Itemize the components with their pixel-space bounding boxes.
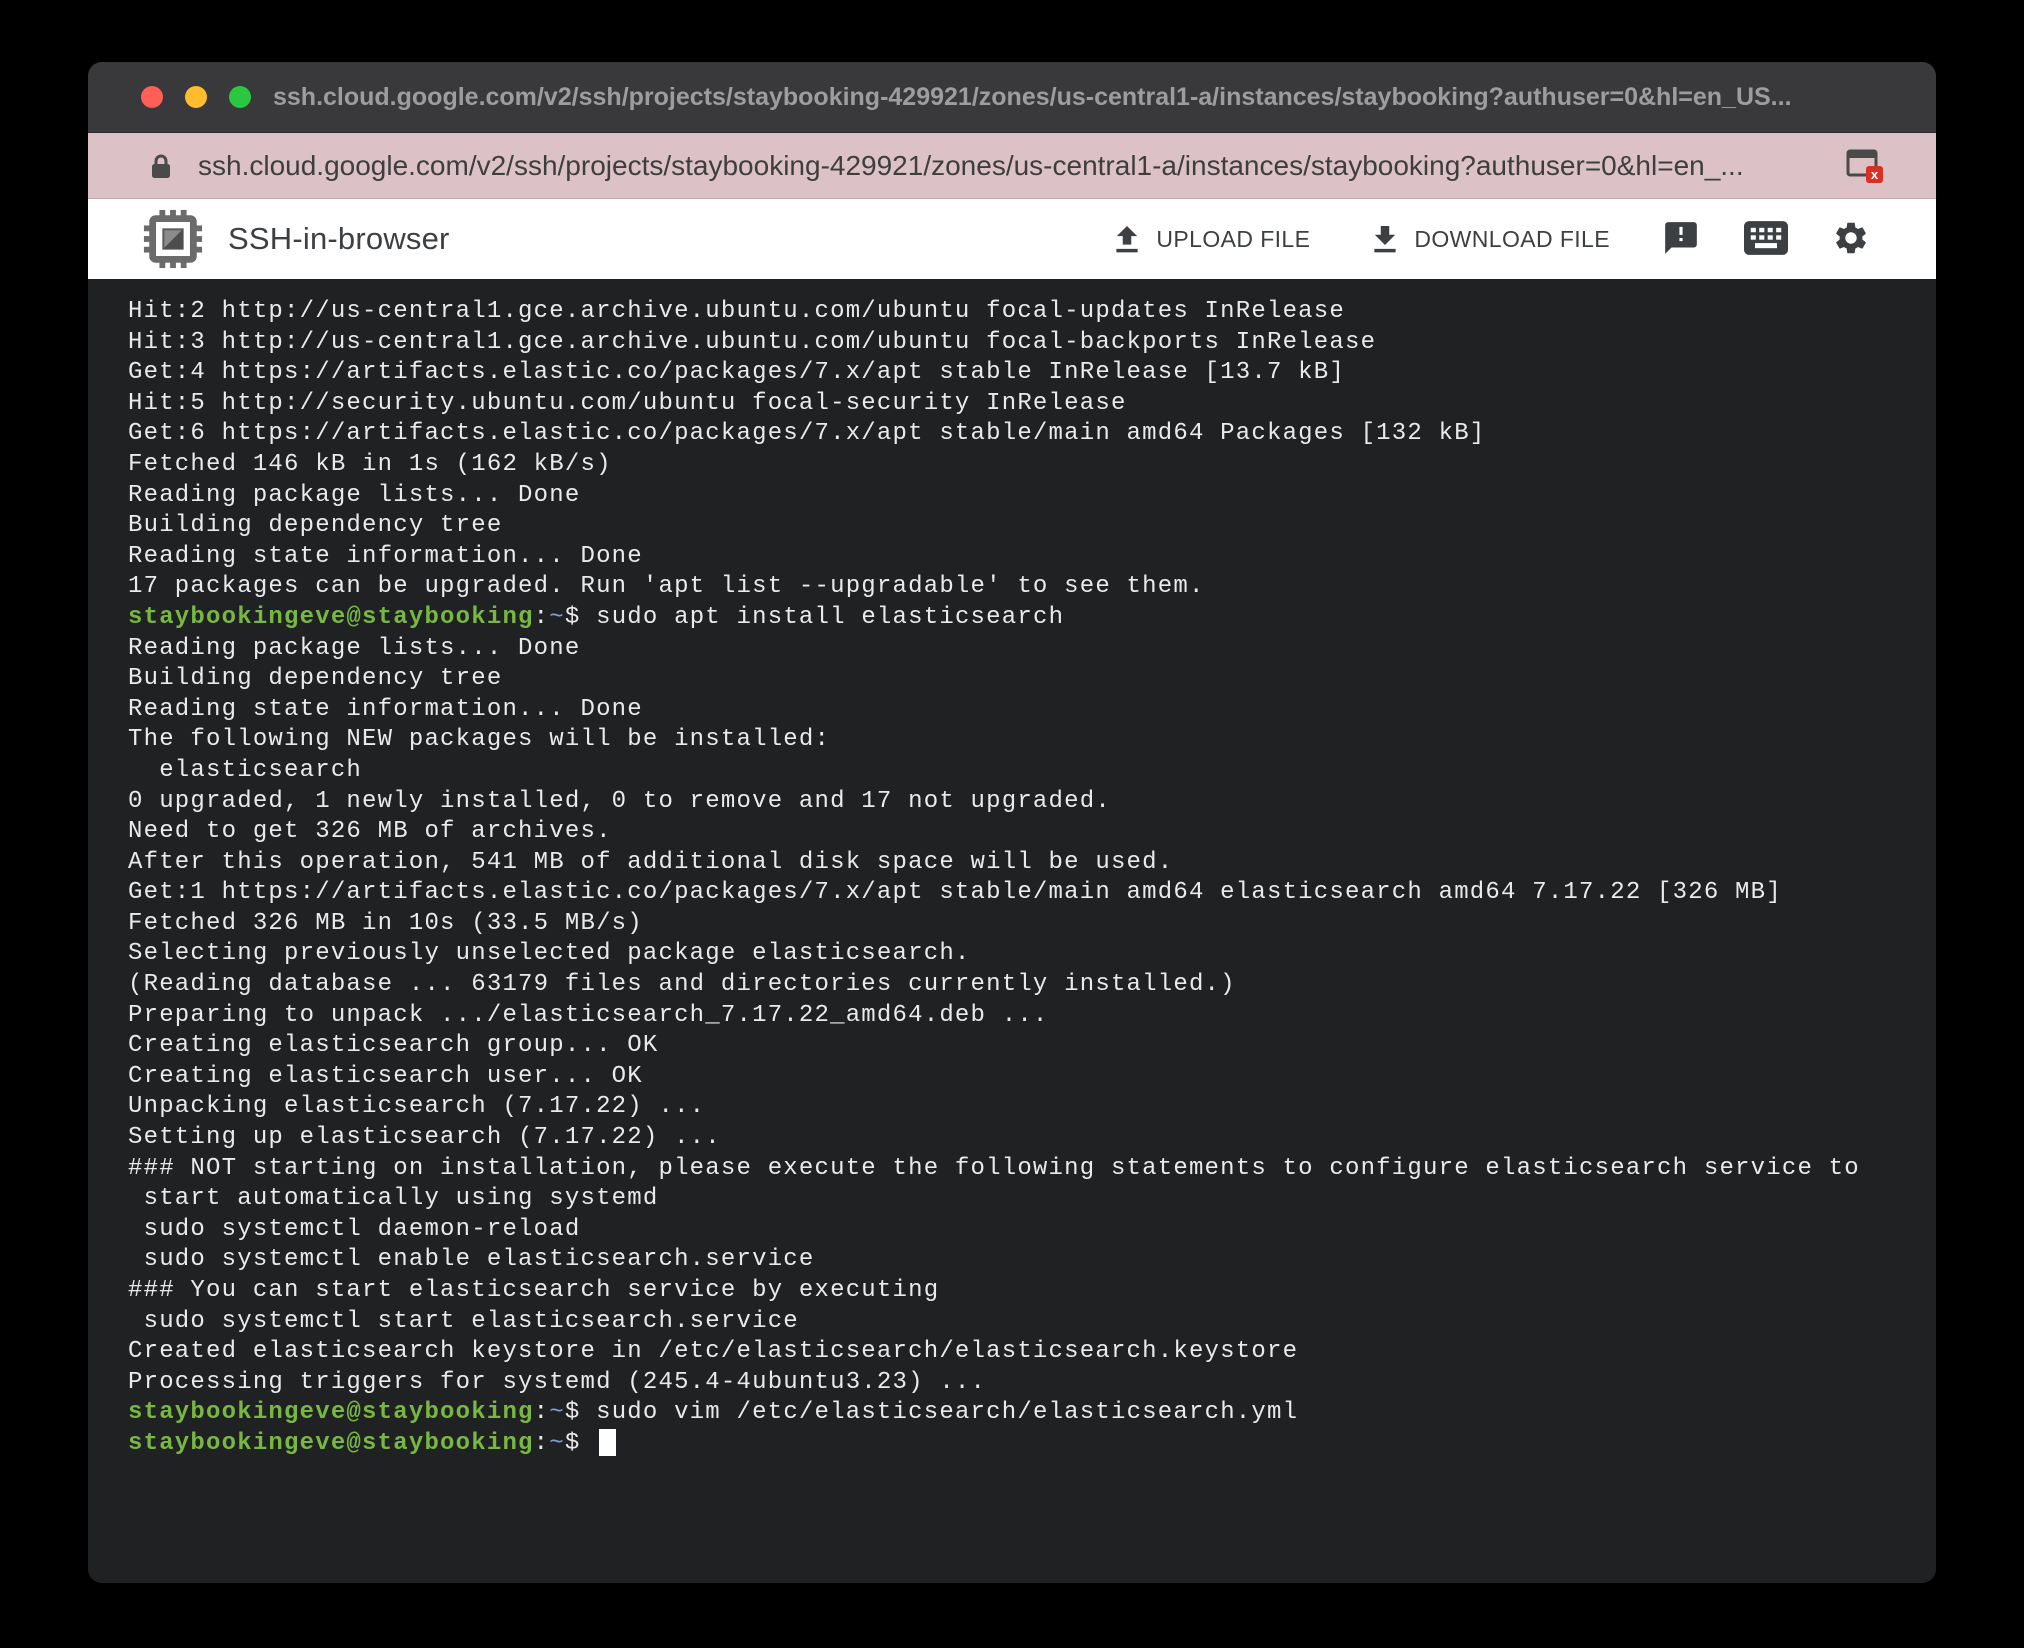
- feedback-icon[interactable]: [1662, 219, 1700, 260]
- terminal-prompt-line: staybookingeve@staybooking:~$ sudo vim /…: [128, 1398, 1918, 1429]
- terminal-line: After this operation, 541 MB of addition…: [128, 848, 1174, 876]
- prompt-colon: :: [533, 1429, 550, 1457]
- upload-icon: [1110, 222, 1144, 256]
- prompt-user: staybookingeve@staybooking: [128, 1399, 534, 1427]
- app-title: SSH-in-browser: [228, 221, 450, 256]
- terminal-output[interactable]: Hit:2 http://us-central1.gce.archive.ubu…: [88, 279, 1936, 1583]
- browser-window: ssh.cloud.google.com/v2/ssh/projects/sta…: [88, 62, 1936, 1583]
- terminal-line: Unpacking elasticsearch (7.17.22) ...: [128, 1093, 706, 1121]
- terminal-line: sudo systemctl daemon-reload: [128, 1215, 581, 1243]
- terminal-line: Reading state information... Done: [128, 695, 643, 723]
- address-bar: ssh.cloud.google.com/v2/ssh/projects/sta…: [88, 133, 1936, 199]
- terminal-line: ### NOT starting on installation, please…: [128, 1154, 1860, 1182]
- terminal-line: Reading state information... Done: [128, 542, 643, 570]
- terminal-line: Created elasticsearch keystore in /etc/e…: [128, 1338, 1299, 1366]
- terminal-line: 17 packages can be upgraded. Run 'apt li…: [128, 573, 1205, 601]
- terminal-line: (Reading database ... 63179 files and di…: [128, 971, 1236, 999]
- terminal-line: Selecting previously unselected package …: [128, 940, 971, 968]
- terminal-line: Setting up elasticsearch (7.17.22) ...: [128, 1124, 721, 1152]
- terminal-line: start automatically using systemd: [128, 1185, 659, 1213]
- terminal-prompt-line: staybookingeve@staybooking:~$ sudo apt i…: [128, 603, 1918, 634]
- ssh-toolbar: SSH-in-browser UPLOAD FILE DOWNLOAD FILE: [88, 199, 1936, 279]
- terminal-cursor: [599, 1429, 617, 1457]
- upload-file-label: UPLOAD FILE: [1156, 225, 1311, 252]
- popup-blocked-icon[interactable]: x: [1846, 149, 1884, 183]
- terminal-line: Creating elasticsearch user... OK: [128, 1062, 643, 1090]
- terminal-line: Get:1 https://artifacts.elastic.co/packa…: [128, 879, 1782, 907]
- prompt-command: $ sudo vim /etc/elasticsearch/elasticsea…: [564, 1399, 1299, 1427]
- gear-icon[interactable]: [1832, 219, 1870, 260]
- terminal-prompt-line: staybookingeve@staybooking:~$: [128, 1429, 1918, 1460]
- window-titlebar: ssh.cloud.google.com/v2/ssh/projects/sta…: [88, 62, 1936, 133]
- terminal-line: Processing triggers for systemd (245.4-4…: [128, 1368, 987, 1396]
- prompt-command: $ sudo apt install elasticsearch: [564, 603, 1065, 631]
- terminal-line: ### You can start elasticsearch service …: [128, 1277, 940, 1304]
- terminal-line: Creating elasticsearch group... OK: [128, 1032, 659, 1060]
- prompt-path: ~: [549, 603, 565, 631]
- zoom-icon[interactable]: [229, 86, 251, 108]
- terminal-line: Fetched 326 MB in 10s (33.5 MB/s): [128, 909, 643, 937]
- minimize-icon[interactable]: [185, 86, 207, 108]
- terminal-line: sudo systemctl start elasticsearch.servi…: [128, 1307, 799, 1335]
- terminal-line: The following NEW packages will be insta…: [128, 726, 831, 754]
- prompt-path: ~: [549, 1429, 565, 1457]
- terminal-line: Get:6 https://artifacts.elastic.co/packa…: [128, 420, 1486, 448]
- terminal-line: Preparing to unpack .../elasticsearch_7.…: [128, 1001, 1049, 1029]
- terminal-line: Need to get 326 MB of archives.: [128, 818, 612, 846]
- prompt-command: $: [564, 1429, 597, 1457]
- close-icon[interactable]: [141, 86, 163, 108]
- terminal-line: 0 upgraded, 1 newly installed, 0 to remo…: [128, 787, 1111, 815]
- url-input[interactable]: ssh.cloud.google.com/v2/ssh/projects/sta…: [198, 150, 1820, 182]
- terminal-line: elasticsearch: [128, 756, 363, 784]
- prompt-user: staybookingeve@staybooking: [128, 603, 534, 631]
- chip-logo-icon: [142, 208, 204, 270]
- terminal-line: Hit:5 http://security.ubuntu.com/ubuntu …: [128, 389, 1127, 417]
- prompt-path: ~: [549, 1399, 565, 1427]
- traffic-lights: [141, 86, 251, 108]
- svg-text:x: x: [1871, 167, 1879, 182]
- window-title: ssh.cloud.google.com/v2/ssh/projects/sta…: [273, 82, 1792, 111]
- terminal-line: Get:4 https://artifacts.elastic.co/packa…: [128, 359, 1345, 387]
- lock-icon[interactable]: [150, 152, 172, 180]
- terminal-line: Building dependency tree: [128, 512, 503, 540]
- terminal-line: Building dependency tree: [128, 665, 503, 693]
- prompt-colon: :: [533, 1399, 550, 1427]
- prompt-colon: :: [533, 603, 550, 631]
- upload-file-button[interactable]: UPLOAD FILE: [1110, 222, 1310, 256]
- terminal-line: sudo systemctl enable elasticsearch.serv…: [128, 1246, 815, 1274]
- terminal-line: Reading package lists... Done: [128, 634, 581, 662]
- terminal-line: Hit:2 http://us-central1.gce.archive.ubu…: [128, 298, 1345, 325]
- download-icon: [1368, 222, 1402, 256]
- keyboard-icon[interactable]: [1744, 219, 1788, 260]
- download-file-button[interactable]: DOWNLOAD FILE: [1368, 222, 1610, 256]
- terminal-line: Hit:3 http://us-central1.gce.archive.ubu…: [128, 328, 1377, 356]
- prompt-user: staybookingeve@staybooking: [128, 1429, 534, 1457]
- terminal-line: Reading package lists... Done: [128, 481, 581, 509]
- terminal-line: Fetched 146 kB in 1s (162 kB/s): [128, 450, 612, 478]
- download-file-label: DOWNLOAD FILE: [1414, 225, 1610, 252]
